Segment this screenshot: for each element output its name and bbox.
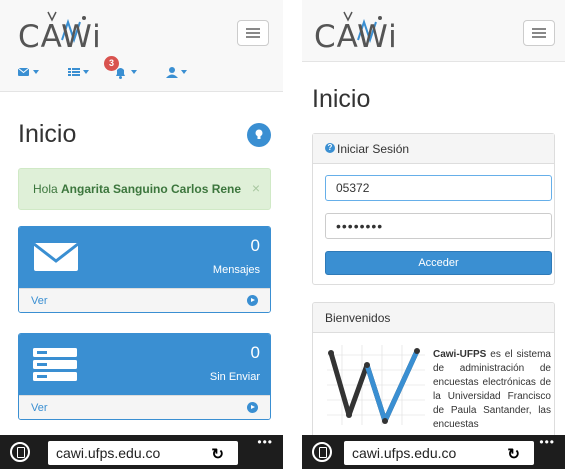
notification-badge: 3 bbox=[104, 56, 119, 71]
browser-address-bar: cawi.ufps.edu.co ↻ ••• bbox=[0, 435, 283, 469]
tabs-icon[interactable] bbox=[10, 442, 30, 462]
arrow-circle-right-icon bbox=[247, 295, 258, 306]
url-field[interactable]: cawi.ufps.edu.co ↻ bbox=[48, 441, 238, 465]
logo-text: CAWi bbox=[18, 19, 102, 55]
welcome-text: Cawi-UFPS es el sistema de administració… bbox=[433, 348, 551, 432]
unsent-count: 0 bbox=[250, 343, 260, 362]
envelope-icon bbox=[33, 242, 79, 271]
question-icon: ? bbox=[325, 143, 335, 153]
chevron-down-icon bbox=[83, 70, 89, 74]
unsent-card: 0 Sin Enviar Ver bbox=[18, 333, 271, 420]
password-field[interactable]: •••••••• bbox=[325, 213, 552, 239]
hamburger-menu-button[interactable] bbox=[523, 20, 555, 46]
welcome-panel-header: Bienvenidos bbox=[313, 303, 554, 333]
logo-text: CAWi bbox=[314, 19, 398, 55]
card-header: 0 Sin Enviar bbox=[19, 334, 270, 395]
list-icon[interactable] bbox=[68, 62, 80, 82]
page-title: Inicio bbox=[312, 85, 371, 113]
screen-divider bbox=[283, 0, 302, 469]
alert-greeting: Hola bbox=[33, 182, 62, 196]
user-icon[interactable] bbox=[166, 62, 178, 82]
alert-user-name: Angarita Sanguino Carlos Rene bbox=[61, 182, 242, 196]
url-text: cawi.ufps.edu.co bbox=[352, 445, 457, 461]
arrow-circle-right-icon bbox=[247, 402, 258, 413]
welcome-title: Bienvenidos bbox=[325, 311, 391, 325]
tabs-icon[interactable] bbox=[312, 442, 332, 462]
unsent-label: Sin Enviar bbox=[209, 371, 260, 383]
chevron-down-icon bbox=[131, 70, 137, 74]
login-panel-header: ? Iniciar Sesión bbox=[313, 134, 554, 164]
right-screen: CAWi Inicio ? Iniciar Sesión •••••••• Ac… bbox=[302, 0, 565, 469]
server-icon bbox=[33, 348, 77, 381]
login-button[interactable]: Acceder bbox=[325, 251, 552, 275]
more-options-icon[interactable]: ••• bbox=[539, 435, 555, 449]
login-title: Iniciar Sesión bbox=[337, 142, 410, 156]
cawi-logo[interactable]: CAWi bbox=[314, 10, 397, 54]
chevron-down-icon bbox=[33, 70, 39, 74]
username-field[interactable] bbox=[325, 175, 552, 201]
url-field[interactable]: cawi.ufps.edu.co ↻ bbox=[344, 441, 534, 465]
messages-label: Mensajes bbox=[212, 264, 260, 276]
navbar: CAWi bbox=[302, 0, 565, 62]
hamburger-menu-button[interactable] bbox=[237, 20, 269, 46]
login-panel: ? Iniciar Sesión •••••••• Acceder bbox=[312, 133, 555, 285]
close-icon[interactable]: × bbox=[252, 180, 260, 196]
more-options-icon[interactable]: ••• bbox=[257, 435, 273, 449]
messages-view-link[interactable]: Ver bbox=[19, 288, 270, 312]
page-title: Inicio bbox=[18, 120, 77, 148]
left-screen: CAWi 3 Inicio Hola Angarita Sanguino Car… bbox=[0, 0, 283, 469]
card-header: 0 Mensajes bbox=[19, 227, 270, 288]
unsent-view-link[interactable]: Ver bbox=[19, 395, 270, 419]
url-text: cawi.ufps.edu.co bbox=[56, 445, 161, 461]
view-link-label: Ver bbox=[31, 402, 48, 414]
refresh-icon[interactable]: ↻ bbox=[211, 445, 224, 463]
cawi-logo[interactable]: CAWi bbox=[18, 10, 101, 54]
welcome-body: es el sistema de administración de encue… bbox=[433, 349, 551, 430]
messages-card: 0 Mensajes Ver bbox=[18, 226, 271, 313]
welcome-panel: Bienvenidos Cawi-UFPS es el sistema de a… bbox=[312, 302, 555, 442]
alert-text: Hola Angarita Sanguino Carlos Rene bbox=[33, 182, 241, 196]
lightbulb-icon bbox=[255, 129, 263, 139]
cawi-chart-logo bbox=[327, 345, 425, 425]
chevron-down-icon bbox=[181, 70, 187, 74]
browser-address-bar: cawi.ufps.edu.co ↻ ••• bbox=[302, 435, 565, 469]
envelope-icon[interactable] bbox=[18, 62, 30, 82]
help-button[interactable] bbox=[247, 123, 271, 147]
navbar: CAWi 3 bbox=[0, 0, 283, 92]
refresh-icon[interactable]: ↻ bbox=[507, 445, 520, 463]
welcome-brand: Cawi-UFPS bbox=[433, 349, 487, 360]
welcome-alert: Hola Angarita Sanguino Carlos Rene × bbox=[18, 168, 271, 210]
view-link-label: Ver bbox=[31, 295, 48, 307]
messages-count: 0 bbox=[250, 236, 260, 255]
